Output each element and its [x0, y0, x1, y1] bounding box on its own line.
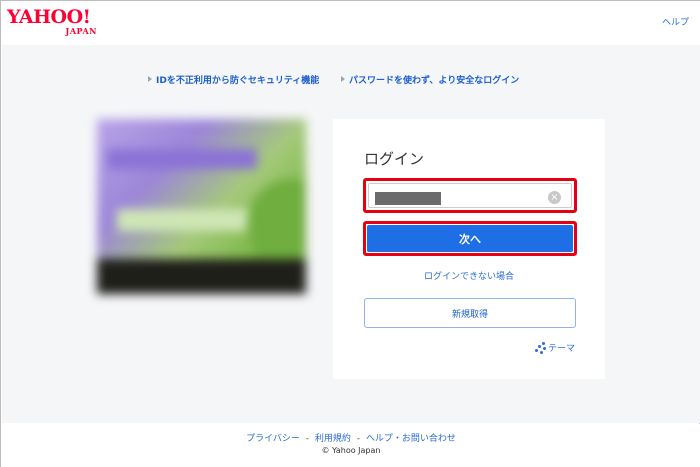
security-feature-label: IDを不正利用から防ぐセキュリティ機能 — [156, 76, 320, 86]
footer: プライバシー - 利用規約 - ヘルプ・お問い合わせ © Yahoo Japan — [1, 424, 700, 467]
passwordless-feature-label: パスワードを使わず、より安全なログイン — [349, 76, 520, 86]
help-link[interactable]: ヘルプ — [662, 15, 689, 28]
promo-banner-image[interactable] — [97, 119, 306, 294]
yahoo-japan-logo[interactable]: YAHOO! JAPAN — [7, 7, 103, 41]
id-input[interactable]: × — [368, 183, 572, 208]
passwordless-feature-link[interactable]: パスワードを使わず、より安全なログイン — [341, 73, 519, 86]
help-contact-link[interactable]: ヘルプ・お問い合わせ — [366, 434, 456, 444]
footer-separator: - — [356, 434, 361, 444]
header: YAHOO! JAPAN ヘルプ — [1, 1, 700, 45]
next-button-highlight: 次へ — [363, 221, 577, 256]
privacy-link[interactable]: プライバシー — [246, 434, 300, 444]
terms-link[interactable]: 利用規約 — [315, 434, 351, 444]
copyright: © Yahoo Japan — [321, 446, 381, 455]
feature-links: IDを不正利用から防ぐセキュリティ機能 パスワードを使わず、より安全なログイン — [2, 73, 700, 87]
triangle-right-icon — [341, 76, 345, 82]
theme-link[interactable]: テーマ — [533, 341, 575, 354]
footer-links: プライバシー - 利用規約 - ヘルプ・お問い合わせ — [1, 431, 700, 444]
theme-label: テーマ — [547, 344, 575, 354]
security-feature-link[interactable]: IDを不正利用から防ぐセキュリティ機能 — [148, 73, 319, 86]
triangle-right-icon — [148, 76, 152, 82]
next-button[interactable]: 次へ — [367, 225, 573, 252]
signup-button[interactable]: 新規取得 — [364, 298, 576, 328]
window-frame: YAHOO! JAPAN ヘルプ IDを不正利用から防ぐセキュリティ機能 パスワ… — [0, 0, 700, 467]
id-input-highlight: × — [363, 178, 577, 213]
footer-separator: - — [305, 434, 310, 444]
logo-main-text: YAHOO! — [7, 6, 91, 28]
masked-id-value — [375, 192, 441, 205]
login-title: ログイン — [364, 150, 425, 168]
theme-dots-icon — [533, 341, 547, 354]
login-card: ログイン × 次へ ログインできない場合 新規取得 テーマ — [333, 119, 605, 379]
clear-icon[interactable]: × — [548, 191, 561, 204]
main-area: IDを不正利用から防ぐセキュリティ機能 パスワードを使わず、より安全なログイン … — [2, 45, 700, 423]
logo-sub-text: JAPAN — [65, 26, 97, 36]
cant-login-link[interactable]: ログインできない場合 — [333, 269, 605, 282]
